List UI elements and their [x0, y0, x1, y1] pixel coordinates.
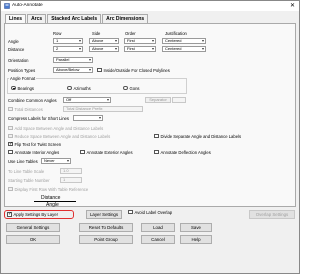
load-button[interactable]: Load — [141, 223, 175, 232]
close-icon[interactable]: ✕ — [290, 2, 295, 10]
avoid-label-overlap-checkbox[interactable]: Avoid Label Overlap — [128, 209, 172, 215]
preview-bottom-label: Angle — [46, 202, 59, 208]
divide-separate-checkbox[interactable]: Divide Separate Angle and Distance Label… — [154, 133, 241, 139]
header-order: Order — [125, 31, 136, 36]
combine-select[interactable]: Off — [63, 97, 111, 103]
radio-dot — [67, 85, 72, 91]
orientation-label: Orientation — [8, 58, 29, 63]
add-space-checkbox[interactable]: Add Space Between Angle and Distance Lab… — [8, 125, 103, 131]
ok-button[interactable]: OK — [6, 235, 60, 244]
flip-text-label: Flip Text for Twist Screen — [14, 141, 62, 147]
reduce-space-checkbox[interactable]: Reduce Space Between Angle and Distance … — [8, 133, 110, 139]
exterior-angles-label: Annotate Exterior Angles — [86, 149, 133, 155]
header-side: Side — [92, 31, 101, 36]
header-row: Row — [53, 31, 62, 36]
deflection-angles-label: Annotate Deflection Angles — [160, 149, 211, 155]
angle-order-select[interactable]: First — [124, 38, 156, 44]
separator-input[interactable] — [172, 97, 186, 103]
checkbox-box — [8, 141, 13, 147]
gons-radio[interactable]: Gons — [123, 85, 140, 91]
bearings-label: Bearings — [17, 85, 35, 91]
combine-label: Combine Common Angles — [8, 98, 57, 103]
window-title: Auto-Annotate — [12, 3, 43, 8]
inside-outside-label: Inside/Outside For Closed Polylines — [103, 67, 170, 73]
add-space-label: Add Space Between Angle and Distance Lab… — [14, 125, 104, 131]
checkbox-box — [8, 106, 13, 112]
general-settings-button[interactable]: General Settings — [6, 223, 60, 232]
flip-text-checkbox[interactable]: Flip Text for Twist Screen — [8, 141, 61, 147]
checkbox-box — [8, 133, 13, 139]
separator-button[interactable]: Separator — [145, 97, 171, 103]
exterior-angles-checkbox[interactable]: Annotate Exterior Angles — [80, 149, 133, 155]
overlap-settings-button[interactable]: Overlap Settings — [249, 210, 295, 219]
line-table-scale-input[interactable]: 1.0 — [60, 168, 82, 174]
starting-table-number-label: Starting Table Number — [8, 178, 50, 183]
save-button[interactable]: Save — [180, 223, 212, 232]
use-line-tables-select[interactable]: Never — [41, 158, 71, 164]
reduce-space-label: Reduce Space Between Angle and Distance … — [14, 133, 111, 139]
help-button[interactable]: Help — [180, 235, 212, 244]
orientation-select[interactable]: Parallel — [53, 57, 93, 63]
total-distance-prefix-input[interactable]: Total Distance Prefix — [63, 106, 143, 112]
auto-annotate-window: Auto-Annotate ✕ Lines Arcs Stacked Arc L… — [0, 0, 300, 274]
angle-justification-select[interactable]: Centered — [162, 38, 206, 44]
reset-to-defaults-button[interactable]: Reset To Defaults — [79, 223, 133, 232]
radio-dot — [11, 85, 16, 91]
apply-settings-by-layer-label: Apply Settings By Layer — [13, 212, 58, 217]
point-group-button[interactable]: Point Group — [79, 235, 133, 244]
inside-outside-checkbox[interactable]: Inside/Outside For Closed Polylines — [97, 67, 170, 73]
bearings-radio[interactable]: Bearings — [11, 85, 34, 91]
app-icon — [4, 3, 10, 9]
header-justification: Justification — [165, 31, 187, 36]
checkbox-box — [8, 125, 13, 131]
title-bar: Auto-Annotate ✕ — [1, 1, 299, 11]
position-types-label: Position Types — [8, 68, 36, 73]
checkbox-box — [154, 149, 159, 155]
cancel-button[interactable]: Cancel — [141, 235, 175, 244]
angle-side-select[interactable]: Above — [89, 38, 119, 44]
gons-label: Gons — [129, 85, 140, 91]
tab-lines[interactable]: Lines — [5, 14, 27, 23]
azimuths-label: Azimuths — [73, 85, 91, 91]
angle-row-select[interactable]: 1 — [53, 38, 83, 44]
distance-row-label: Distance — [8, 47, 25, 52]
total-distances-label: Total Distances — [14, 106, 43, 112]
interior-angles-checkbox[interactable]: Annotate Interior Angles — [8, 149, 59, 155]
tab-stacked-arc-labels[interactable]: Stacked Arc Labels — [47, 14, 102, 23]
apply-settings-by-layer-checkbox[interactable]: Apply Settings By Layer — [7, 211, 58, 218]
display-first-row-checkbox[interactable]: Display First Row With Table Reference — [8, 186, 88, 192]
checkbox-box — [128, 209, 133, 215]
divide-separate-label: Divide Separate Angle and Distance Label… — [160, 133, 242, 139]
distance-justification-select[interactable]: Centered — [162, 46, 206, 52]
layer-settings-button[interactable]: Layer Settings — [86, 210, 122, 219]
checkbox-box — [8, 186, 13, 192]
angle-format-label: Angle Format — [9, 76, 37, 81]
distance-row-select[interactable]: 2 — [53, 46, 83, 52]
interior-angles-label: Annotate Interior Angles — [14, 149, 60, 155]
checkbox-box — [8, 149, 13, 155]
checkbox-box — [154, 133, 159, 139]
angle-row-label: Angle — [8, 39, 19, 44]
use-line-tables-label: Use Line Tables — [8, 159, 38, 164]
checkbox-box — [80, 149, 85, 155]
starting-table-number-input[interactable]: 1 — [60, 177, 82, 183]
radio-dot — [123, 85, 128, 91]
distance-side-select[interactable]: Above — [89, 46, 119, 52]
azimuths-radio[interactable]: Azimuths — [67, 85, 91, 91]
distance-order-select[interactable]: First — [124, 46, 156, 52]
checkbox-box — [7, 211, 12, 217]
display-first-row-label: Display First Row With Table Reference — [14, 186, 89, 192]
compress-label: Compress Labels for Short Lines — [8, 116, 69, 121]
compress-select[interactable] — [73, 115, 103, 121]
tab-arc-dimensions[interactable]: Arc Dimensions — [102, 14, 149, 23]
line-table-scale-label: To Line Table Scale — [8, 169, 45, 174]
total-distances-checkbox[interactable]: Total Distances — [8, 106, 43, 112]
deflection-angles-checkbox[interactable]: Annotate Deflection Angles — [154, 149, 211, 155]
position-types-select[interactable]: Above/Below — [53, 67, 93, 73]
avoid-label-overlap-label: Avoid Label Overlap — [134, 209, 173, 215]
checkbox-box — [97, 67, 102, 73]
tab-arcs[interactable]: Arcs — [27, 14, 47, 23]
